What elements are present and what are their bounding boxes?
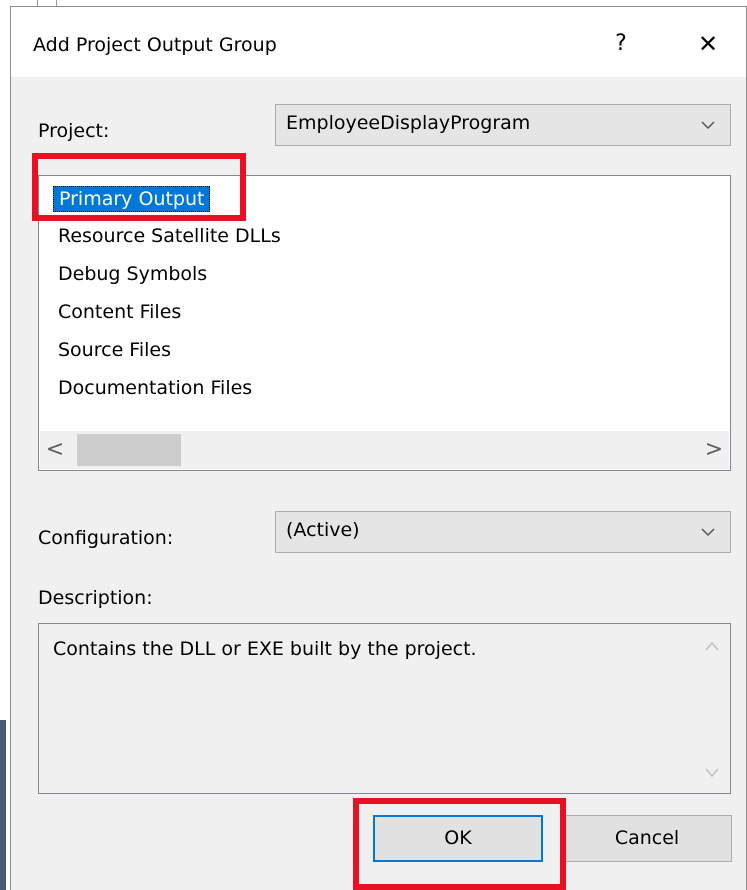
dialog-title: Add Project Output Group bbox=[33, 34, 277, 56]
project-dropdown[interactable]: EmployeeDisplayProgram bbox=[275, 104, 731, 146]
add-project-output-group-dialog: Add Project Output Group ? ✕ Project: Em… bbox=[10, 6, 747, 890]
cancel-button[interactable]: Cancel bbox=[562, 815, 732, 862]
help-button[interactable]: ? bbox=[601, 23, 641, 65]
configuration-dropdown[interactable]: (Active) bbox=[275, 511, 731, 553]
list-item-source-files[interactable]: Source Files bbox=[53, 338, 176, 362]
list-item-content-files[interactable]: Content Files bbox=[53, 300, 186, 324]
list-item-debug-symbols[interactable]: Debug Symbols bbox=[53, 262, 212, 286]
description-text: Contains the DLL or EXE built by the pro… bbox=[53, 638, 477, 660]
description-textbox[interactable]: Contains the DLL or EXE built by the pro… bbox=[38, 623, 731, 794]
list-item-primary-output[interactable]: Primary Output bbox=[53, 186, 211, 212]
scroll-left-icon[interactable]: < bbox=[40, 431, 70, 469]
scrollbar-thumb[interactable] bbox=[77, 434, 181, 466]
project-dropdown-value: EmployeeDisplayProgram bbox=[286, 112, 531, 134]
title-bar: Add Project Output Group ? ✕ bbox=[11, 7, 746, 77]
configuration-dropdown-value: (Active) bbox=[286, 519, 360, 541]
list-item-resource-satellite-dlls[interactable]: Resource Satellite DLLs bbox=[53, 224, 286, 248]
chevron-down-icon bbox=[701, 528, 715, 537]
vertical-scrollbar[interactable] bbox=[695, 625, 729, 792]
horizontal-scrollbar[interactable]: < > bbox=[40, 431, 729, 469]
project-label: Project: bbox=[38, 120, 110, 142]
ok-button[interactable]: OK bbox=[373, 815, 543, 862]
background-window-edge bbox=[0, 720, 6, 890]
scroll-right-icon[interactable]: > bbox=[699, 431, 729, 469]
list-item-documentation-files[interactable]: Documentation Files bbox=[53, 376, 257, 400]
chevron-down-icon bbox=[701, 121, 715, 130]
scroll-down-icon[interactable] bbox=[695, 758, 729, 788]
configuration-label: Configuration: bbox=[38, 527, 174, 549]
close-button[interactable]: ✕ bbox=[686, 23, 730, 65]
scroll-up-icon[interactable] bbox=[695, 631, 729, 661]
output-group-listbox[interactable]: Primary Output Resource Satellite DLLs D… bbox=[38, 175, 731, 471]
description-label: Description: bbox=[38, 587, 153, 609]
